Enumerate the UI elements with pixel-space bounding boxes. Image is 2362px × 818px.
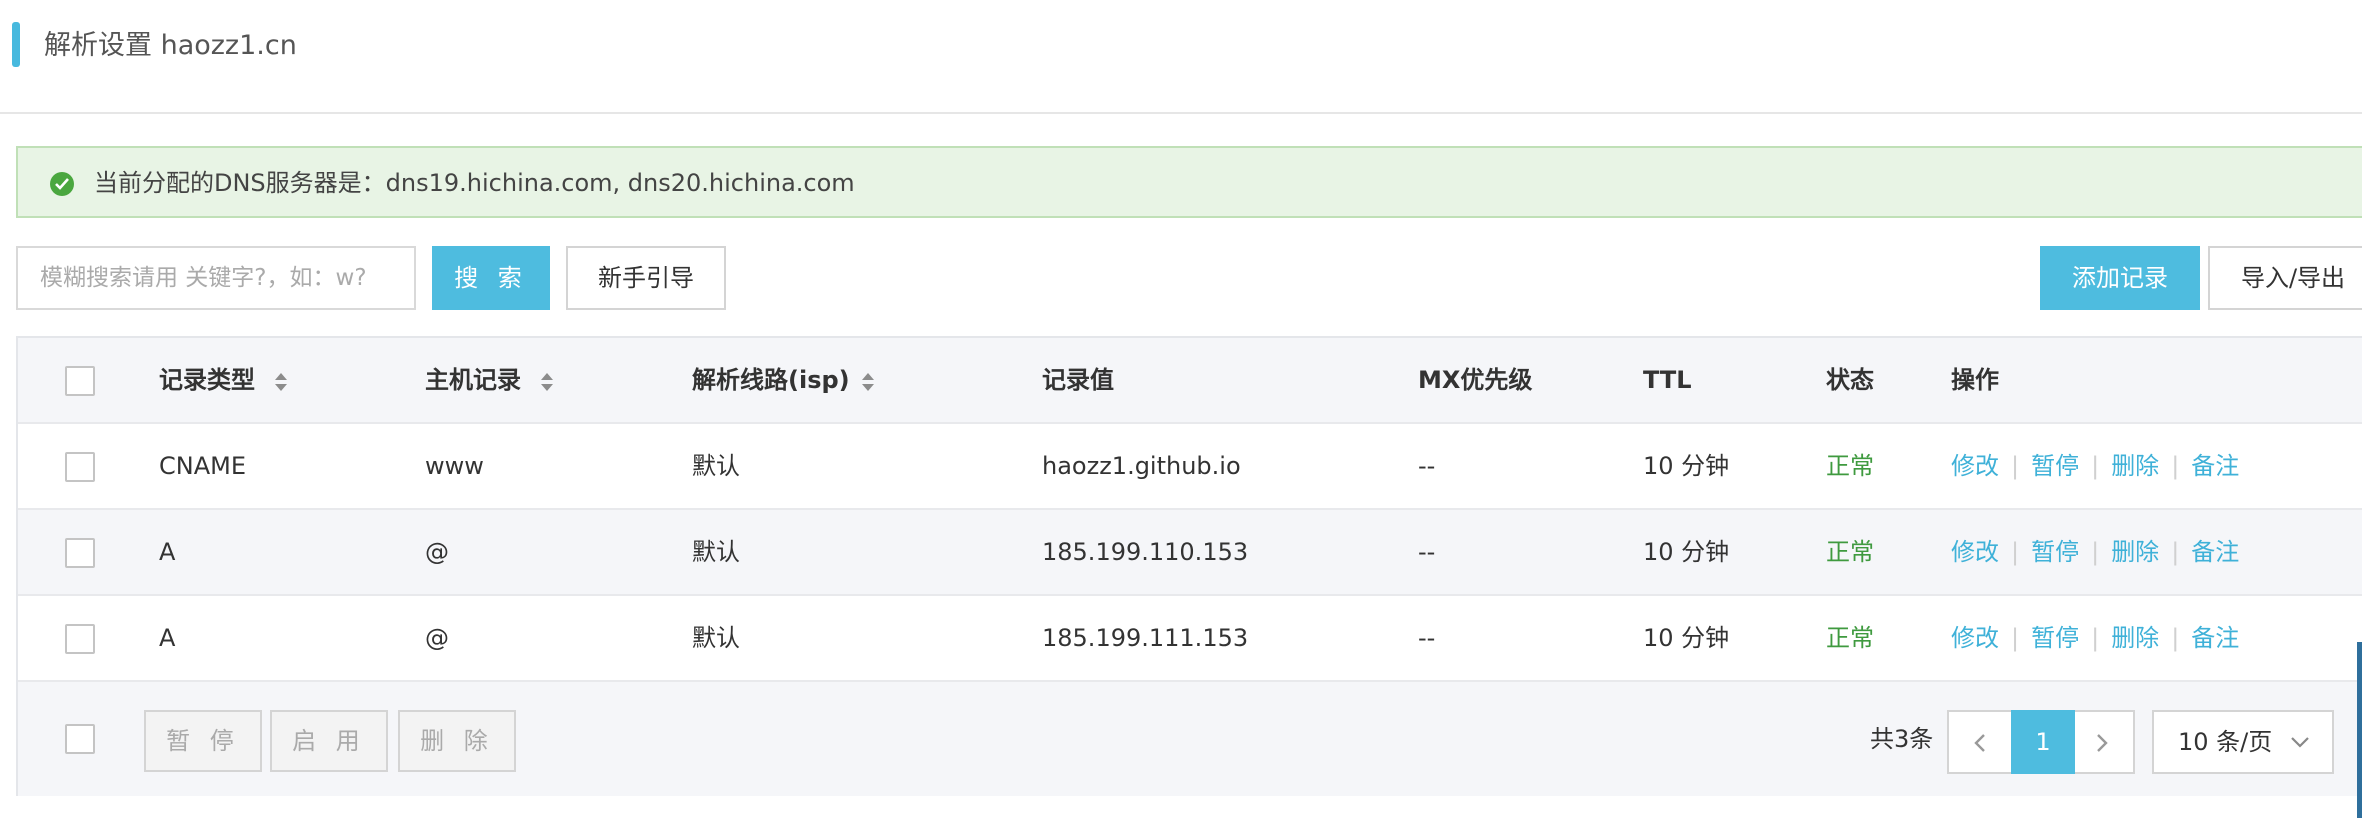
sort-icon[interactable] xyxy=(861,370,875,394)
record-value: 185.199.110.153 xyxy=(1042,538,1249,566)
sort-icon[interactable] xyxy=(540,370,554,394)
record-status: 正常 xyxy=(1826,452,1874,480)
column-header-status: 状态 xyxy=(1826,366,1874,394)
separator: | xyxy=(2091,624,2100,652)
prev-page-button[interactable] xyxy=(1949,712,2011,772)
record-line: 默认 xyxy=(692,452,740,480)
record-type: A xyxy=(159,624,176,652)
separator: | xyxy=(2011,624,2020,652)
edit-link[interactable]: 修改 xyxy=(1951,452,1999,480)
record-mx: -- xyxy=(1418,624,1436,652)
row-actions: 修改 | 暂停 | 删除 | 备注 xyxy=(1951,510,2239,594)
record-line: 默认 xyxy=(692,624,740,652)
note-link[interactable]: 备注 xyxy=(2191,538,2239,566)
beginner-guide-button[interactable]: 新手引导 xyxy=(566,246,726,310)
column-header-ops: 操作 xyxy=(1951,366,1999,394)
record-mx: -- xyxy=(1418,538,1436,566)
record-status: 正常 xyxy=(1826,538,1874,566)
batch-delete-button[interactable]: 删 除 xyxy=(398,710,516,772)
record-value: 185.199.111.153 xyxy=(1042,624,1249,652)
page-title: 解析设置 haozz1.cn xyxy=(44,30,297,61)
column-header-value: 记录值 xyxy=(1042,366,1114,394)
record-ttl: 10 分钟 xyxy=(1643,624,1730,652)
dns-server-notice: 当前分配的DNS服务器是：dns19.hichina.com, dns20.hi… xyxy=(16,146,2362,218)
row-checkbox[interactable] xyxy=(65,538,95,568)
edit-link[interactable]: 修改 xyxy=(1951,538,1999,566)
pause-link[interactable]: 暂停 xyxy=(2031,538,2079,566)
record-mx: -- xyxy=(1418,452,1436,480)
search-button[interactable]: 搜 索 xyxy=(432,246,550,310)
column-header-host[interactable]: 主机记录 xyxy=(425,338,521,422)
chevron-left-icon xyxy=(1974,734,1985,752)
row-checkbox[interactable] xyxy=(65,452,95,482)
scrollbar[interactable] xyxy=(2357,642,2362,818)
column-header-type[interactable]: 记录类型 xyxy=(159,338,255,422)
table-footer: 暂 停 启 用 删 除 共3条 1 10 条/页 xyxy=(18,682,2362,796)
separator: | xyxy=(2171,624,2180,652)
check-circle-icon xyxy=(50,172,74,196)
table-header-row: 记录类型 主机记录 解析线路(isp) 记录值 MX优先级 TTL 状态 操作 xyxy=(18,338,2362,424)
record-host: @ xyxy=(425,624,449,652)
column-header-mx: MX优先级 xyxy=(1418,366,1533,394)
separator: | xyxy=(2171,538,2180,566)
column-header-ttl: TTL xyxy=(1643,366,1692,394)
total-count: 共3条 xyxy=(1870,725,1934,753)
header-accent-bar xyxy=(12,22,20,67)
pause-link[interactable]: 暂停 xyxy=(2031,624,2079,652)
separator: | xyxy=(2091,452,2100,480)
chevron-right-icon xyxy=(2097,734,2108,752)
search-input[interactable] xyxy=(16,246,416,310)
column-header-line[interactable]: 解析线路(isp) xyxy=(692,338,850,422)
record-host: @ xyxy=(425,538,449,566)
record-ttl: 10 分钟 xyxy=(1643,452,1730,480)
record-type: CNAME xyxy=(159,452,246,480)
separator: | xyxy=(2011,538,2020,566)
page-size-value: 10 条/页 xyxy=(2178,728,2273,756)
record-value: haozz1.github.io xyxy=(1042,452,1241,480)
dns-records-table: 记录类型 主机记录 解析线路(isp) 记录值 MX优先级 TTL 状态 操作 … xyxy=(16,336,2362,796)
notice-text: 当前分配的DNS服务器是：dns19.hichina.com, dns20.hi… xyxy=(94,169,855,197)
delete-link[interactable]: 删除 xyxy=(2111,452,2159,480)
page-header: 解析设置 haozz1.cn xyxy=(0,0,2362,114)
add-record-button[interactable]: 添加记录 xyxy=(2040,246,2200,310)
sort-icon[interactable] xyxy=(274,370,288,394)
batch-enable-button[interactable]: 启 用 xyxy=(270,710,388,772)
edit-link[interactable]: 修改 xyxy=(1951,624,1999,652)
page-size-select[interactable]: 10 条/页 xyxy=(2152,710,2334,774)
separator: | xyxy=(2171,452,2180,480)
delete-link[interactable]: 删除 xyxy=(2111,624,2159,652)
note-link[interactable]: 备注 xyxy=(2191,452,2239,480)
chevron-down-icon xyxy=(2291,737,2309,748)
separator: | xyxy=(2011,452,2020,480)
record-type: A xyxy=(159,538,176,566)
import-export-button[interactable]: 导入/导出 xyxy=(2208,246,2362,310)
page-number-current[interactable]: 1 xyxy=(2011,710,2075,774)
separator: | xyxy=(2091,538,2100,566)
table-row: A @ 默认 185.199.111.153 -- 10 分钟 正常 修改 | 暂停… xyxy=(18,596,2362,682)
delete-link[interactable]: 删除 xyxy=(2111,538,2159,566)
pause-link[interactable]: 暂停 xyxy=(2031,452,2079,480)
row-actions: 修改 | 暂停 | 删除 | 备注 xyxy=(1951,596,2239,680)
record-host: www xyxy=(425,452,484,480)
select-all-checkbox[interactable] xyxy=(65,366,95,396)
table-row: A @ 默认 185.199.110.153 -- 10 分钟 正常 修改 | 暂停… xyxy=(18,510,2362,596)
next-page-button[interactable] xyxy=(2071,712,2133,772)
batch-pause-button[interactable]: 暂 停 xyxy=(144,710,262,772)
record-ttl: 10 分钟 xyxy=(1643,538,1730,566)
note-link[interactable]: 备注 xyxy=(2191,624,2239,652)
record-line: 默认 xyxy=(692,538,740,566)
table-row: CNAME www 默认 haozz1.github.io -- 10 分钟 正… xyxy=(18,424,2362,510)
row-actions: 修改 | 暂停 | 删除 | 备注 xyxy=(1951,424,2239,508)
row-checkbox[interactable] xyxy=(65,624,95,654)
record-status: 正常 xyxy=(1826,624,1874,652)
select-all-checkbox-footer[interactable] xyxy=(65,724,95,754)
pagination: 1 xyxy=(1947,710,2135,774)
